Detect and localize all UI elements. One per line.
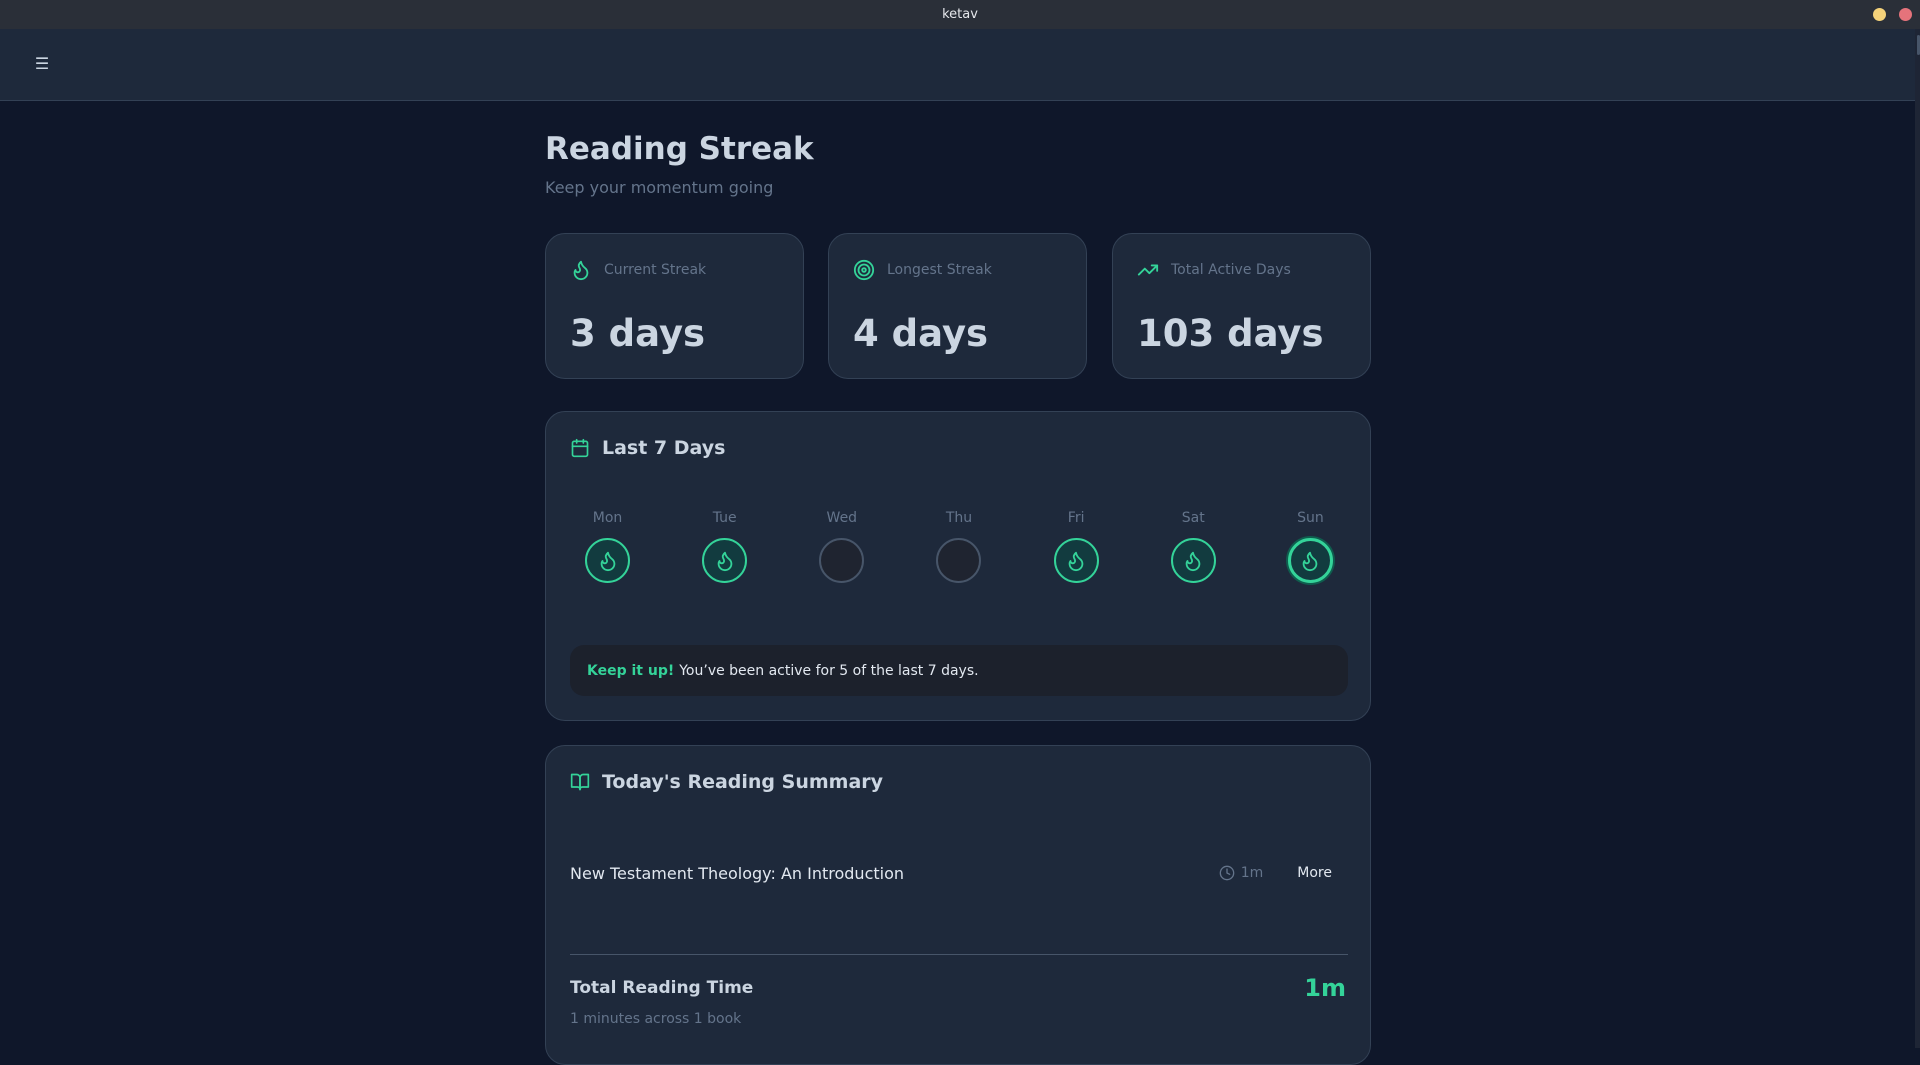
open-book-icon [570,773,590,791]
day-active-indicator [1053,538,1099,583]
flame-icon [600,551,615,571]
longest-streak-card: Longest Streak 4 days [828,233,1087,379]
book-title[interactable]: New Testament Theology: An Introduction [570,864,1219,883]
page-title: Reading Streak [545,131,814,167]
page-subtitle: Keep your momentum going [545,178,774,197]
book-row[interactable]: New Testament Theology: An Introduction … [570,855,1348,891]
day-sun: Sun [1273,510,1348,583]
day-label: Tue [712,510,737,526]
day-label: Thu [945,510,973,526]
current-streak-card: Current Streak 3 days [545,233,804,379]
total-active-days-label: Total Active Days [1171,262,1291,278]
flame-icon [1068,551,1084,571]
flame-icon [573,260,589,281]
calendar-icon [571,438,589,458]
day-active-indicator [1287,538,1333,583]
scrollbar[interactable] [1915,29,1920,1048]
last-7-days-title: Last 7 Days [602,437,726,459]
clock-icon [1219,865,1235,881]
reading-summary-title: Today's Reading Summary [602,771,884,793]
total-reading-time-value: 1m [1304,974,1346,1002]
top-navbar: ☰ [0,29,1915,101]
close-button[interactable] [1899,8,1912,21]
longest-streak-label: Longest Streak [887,262,992,278]
flame-icon [1185,551,1201,571]
total-active-days-value: 103 days [1137,312,1324,355]
minimize-button[interactable] [1873,8,1886,21]
current-streak-value: 3 days [570,312,706,355]
day-fri: Fri [1039,510,1114,583]
day-active-indicator [1170,538,1216,583]
day-active-indicator [585,538,630,583]
day-label: Wed [826,510,858,526]
day-label: Sun [1297,510,1324,526]
reading-summary-card: Today's Reading Summary New Testament Th… [545,745,1371,1065]
window-title: ketav [942,7,978,22]
day-active-indicator [702,538,748,583]
day-inactive-indicator [936,538,982,583]
flame-icon [717,551,732,571]
window-titlebar: ketav [0,0,1920,29]
total-reading-time-subtitle: 1 minutes across 1 book [570,1011,742,1027]
day-inactive-indicator [819,538,865,583]
hamburger-menu-icon[interactable]: ☰ [30,51,54,75]
total-reading-time-label: Total Reading Time [570,978,754,998]
streak-message-text: You’ve been active for 5 of the last 7 d… [679,662,979,679]
book-time-value: 1m [1240,865,1264,881]
longest-streak-value: 4 days [853,312,989,355]
book-reading-time: 1m [1219,865,1264,881]
day-tue: Tue [687,510,762,583]
last-7-days-card: Last 7 Days Mon Tue Wed Thu Fri Sat Sun Keep i… [545,411,1371,721]
target-icon [853,259,875,281]
total-active-days-card: Total Active Days 103 days [1112,233,1371,379]
streak-message-strong: Keep it up! [587,662,675,679]
flame-icon [1303,551,1318,571]
divider [570,954,1348,955]
trending-up-icon [1137,264,1159,276]
day-label: Sat [1181,510,1205,526]
current-streak-label: Current Streak [604,262,707,278]
day-wed: Wed [804,510,879,583]
day-label: Fri [1067,510,1085,526]
day-mon: Mon [570,510,645,583]
day-sat: Sat [1156,510,1231,583]
week-days-row: Mon Tue Wed Thu Fri Sat Sun [570,510,1348,583]
streak-message: Keep it up! You’ve been active for 5 of … [570,645,1348,696]
more-button[interactable]: More [1281,859,1348,887]
day-thu: Thu [921,510,996,583]
day-label: Mon [592,510,623,526]
